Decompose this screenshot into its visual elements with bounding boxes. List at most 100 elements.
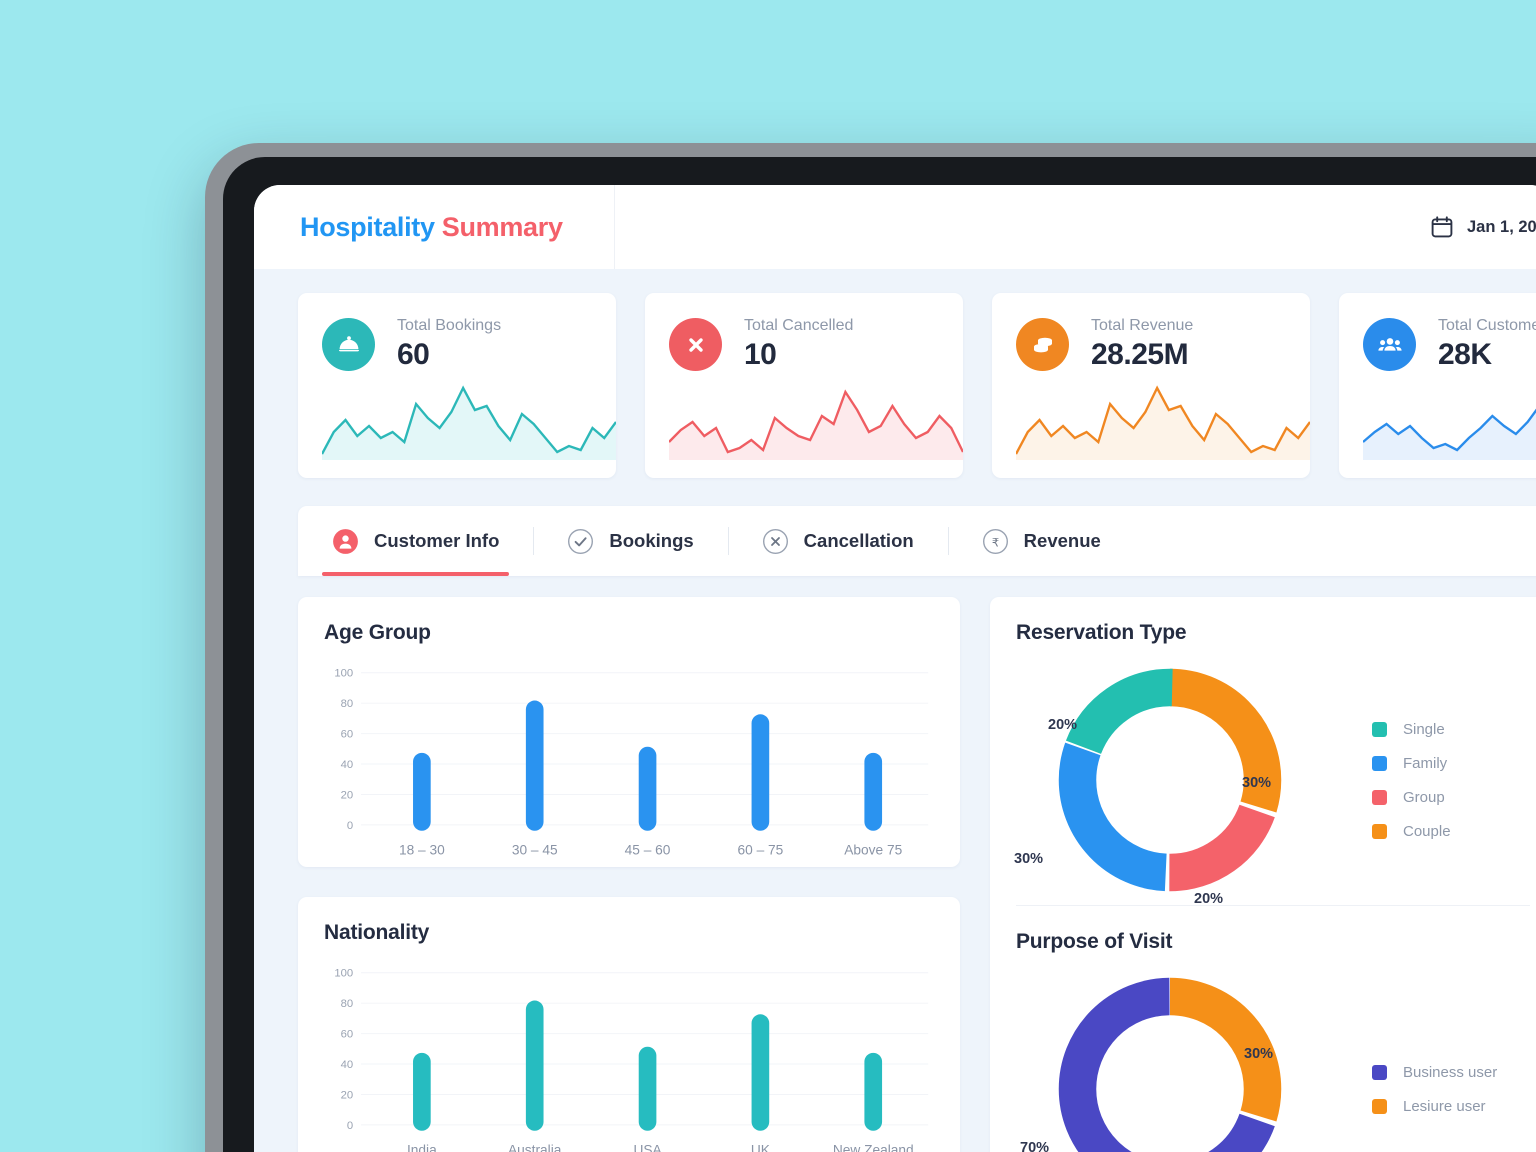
legend-label: Group [1403,788,1445,806]
svg-text:0: 0 [347,1120,353,1132]
legend-label: Family [1403,754,1448,772]
legend-item[interactable]: Lesiure user [1372,1098,1497,1115]
svg-text:18 – 30: 18 – 30 [399,842,445,857]
sparkline-total-cancelled [669,380,963,460]
dashboard-screen: HospitalitySummary Jan 1, 2022 - Dec [254,185,1536,1152]
page-title: Hospitality Summary [254,212,563,243]
app-header: HospitalitySummary Jan 1, 2022 - Dec [254,185,1536,269]
svg-text:60 – 75: 60 – 75 [738,842,784,857]
svg-text:India: India [407,1142,437,1152]
panel-title: Age Group [324,621,431,644]
calendar-icon [1431,216,1453,238]
kpi-head: Total Cancelled 10 [645,293,963,372]
legend-swatch-business-user [1372,1064,1387,1080]
kpi-label: Total Customer [1438,317,1536,334]
svg-text:0: 0 [347,820,353,832]
kpi-card-total-customer[interactable]: Total Customer 28K [1339,293,1536,478]
panel-charts-right: Reservation Type 20% 30% 20% 30% Single … [990,597,1536,1152]
svg-text:Australia: Australia [508,1142,562,1152]
legend-label: Single [1403,720,1445,738]
sparkline-total-bookings [322,380,616,460]
tab-customer-info[interactable]: Customer Info [298,506,533,576]
kpi-card-total-revenue[interactable]: Total Revenue 28.25M [992,293,1310,478]
section-reservation-type: 20% 30% 20% 30% Single Family Group Coup… [990,645,1536,907]
kpi-card-total-bookings[interactable]: Total Bookings 60 [298,293,616,478]
legend-swatch-family [1372,755,1387,771]
svg-text:₹: ₹ [992,537,1000,549]
donut-label-couple: 30% [1242,775,1272,791]
donut-reservation-type: 20% 30% 20% 30% [990,655,1350,907]
panel-age-group: Age Group 100 80 60 40 20 0 18 – 30 30 –… [298,597,960,868]
tab-bookings[interactable]: Bookings [533,506,727,576]
bars [413,700,883,831]
panel-nationality: Nationality 100 80 60 40 20 0 India Aust… [298,897,960,1152]
kpi-card-strip: Total Bookings 60 Total Cancelled 10 Tot… [254,269,1536,478]
legend-swatch-couple [1372,823,1387,839]
tablet-frame: HospitalitySummary Jan 1, 2022 - Dec [205,143,1536,1152]
close-circle-icon [669,318,722,371]
legend-swatch-group [1372,789,1387,805]
svg-text:80: 80 [341,998,354,1010]
legend-item[interactable]: Group [1372,789,1451,806]
panel-title: Purpose of Visit [1016,930,1173,953]
legend-label: Lesiure user [1403,1097,1486,1115]
kpi-value: 10 [744,338,777,371]
page-title-secondary: Summary [441,211,563,242]
donut-label-lesiure: 30% [1244,1046,1274,1062]
room-service-bell-icon [322,318,375,371]
svg-text:60: 60 [341,1029,354,1041]
svg-text:100: 100 [334,968,353,980]
tab-label: Revenue [1023,530,1101,551]
svg-text:80: 80 [341,698,354,710]
date-range-picker[interactable]: Jan 1, 2022 - Dec [1431,216,1536,238]
svg-text:60: 60 [341,729,354,741]
svg-text:UK: UK [751,1142,770,1152]
kpi-label: Total Cancelled [744,317,854,334]
sparkline-total-revenue [1016,380,1310,460]
panel-title: Nationality [324,921,430,945]
legend-item[interactable]: Single [1372,721,1451,738]
svg-text:20: 20 [341,1089,354,1101]
svg-text:45 – 60: 45 – 60 [625,842,671,857]
right-column: Reservation Type 20% 30% 20% 30% Single … [990,597,1536,1152]
donut-label-single: 20% [1048,717,1078,733]
legend-item[interactable]: Business user [1372,1064,1497,1081]
kpi-head: Total Revenue 28.25M [992,293,1310,372]
page-title-primary: Hospitality [300,211,435,242]
chart-nationality: 100 80 60 40 20 0 India Australia USA UK… [298,945,960,1152]
legend-label: Business user [1403,1063,1498,1081]
tab-label: Customer Info [374,530,500,551]
user-badge-icon [333,528,358,554]
coins-stack-icon [1016,318,1069,371]
tab-bar: Customer Info Bookings Cancellation ₹ Re… [298,506,1536,576]
legend-purpose-of-visit: Business user Lesiure user [1350,1064,1497,1115]
kpi-value: 28.25M [1091,338,1189,371]
legend-item[interactable]: Couple [1372,823,1451,840]
kpi-value: 28K [1438,338,1492,371]
dashboard-content: Age Group 100 80 60 40 20 0 18 – 30 30 –… [254,576,1536,1152]
y-axis-ticks: 100 80 60 40 20 0 [334,668,353,832]
people-group-icon [1363,318,1416,371]
legend-item[interactable]: Family [1372,755,1451,772]
tab-revenue[interactable]: ₹ Revenue [947,506,1135,576]
svg-text:Above 75: Above 75 [844,842,902,857]
kpi-head: Total Customer 28K [1339,293,1536,372]
kpi-card-total-cancelled[interactable]: Total Cancelled 10 [645,293,963,478]
tab-label: Cancellation [803,530,914,551]
y-axis-ticks: 100 80 60 40 20 0 [334,968,353,1132]
sparkline-total-customer [1363,380,1536,460]
x-axis-labels: 18 – 30 30 – 45 45 – 60 60 – 75 Above 75 [399,842,903,857]
legend-swatch-lesiure-user [1372,1098,1387,1114]
tab-label: Bookings [609,530,694,551]
tab-cancellation[interactable]: Cancellation [727,506,948,576]
svg-text:100: 100 [334,668,353,680]
x-circle-icon [762,528,788,554]
bars [413,1000,883,1131]
donut-purpose-of-visit: 30% 70% [990,964,1350,1152]
chart-age-group: 100 80 60 40 20 0 18 – 30 30 – 45 45 – 6… [298,645,960,867]
panel-title: Reservation Type [1016,621,1187,644]
svg-text:20: 20 [341,789,354,801]
svg-text:40: 40 [341,1059,354,1071]
legend-label: Couple [1403,822,1451,840]
donut-label-family: 30% [1014,851,1044,867]
